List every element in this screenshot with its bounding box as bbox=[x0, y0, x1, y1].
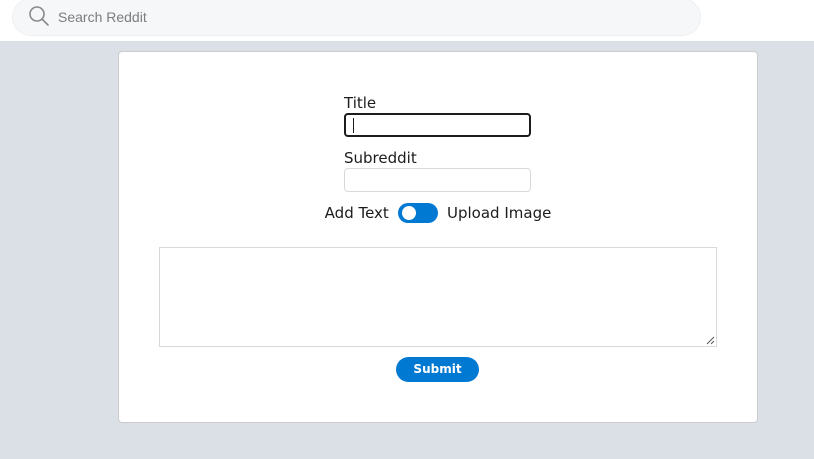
search-bar[interactable] bbox=[12, 0, 701, 36]
toggle-knob bbox=[401, 206, 416, 220]
title-input[interactable] bbox=[344, 113, 531, 137]
upload-image-label: Upload Image bbox=[447, 204, 552, 222]
create-post-card: Title Subreddit Add Text Upload Image Su… bbox=[118, 51, 758, 423]
search-icon bbox=[29, 6, 49, 26]
search-input[interactable] bbox=[58, 0, 658, 35]
text-cursor bbox=[353, 118, 354, 133]
post-type-toggle[interactable] bbox=[397, 203, 438, 223]
post-type-toggle-row: Add Text Upload Image bbox=[119, 202, 757, 224]
subreddit-input[interactable] bbox=[344, 168, 531, 192]
post-body-textarea[interactable] bbox=[159, 247, 717, 347]
title-label: Title bbox=[344, 94, 377, 112]
subreddit-label: Subreddit bbox=[344, 149, 417, 167]
resize-grip-icon[interactable] bbox=[706, 336, 715, 345]
add-text-label: Add Text bbox=[324, 204, 389, 222]
submit-button[interactable]: Submit bbox=[396, 357, 479, 382]
top-bar bbox=[0, 0, 814, 41]
